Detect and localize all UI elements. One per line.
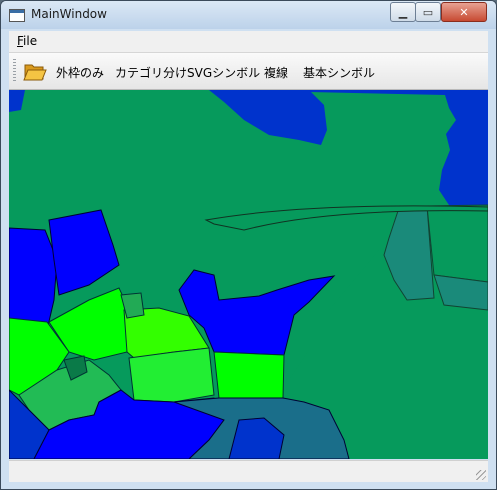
menu-file-rest: ile [23,34,38,48]
toolbar-button-double-line[interactable]: 複線 [264,64,288,81]
title-bar[interactable]: MainWindow ▁ ▭ ✕ [1,1,496,29]
maximize-icon: ▭ [422,5,434,19]
map-region-teal-east-2 [426,204,488,283]
toolbar-button-categorize[interactable]: カテゴリ分け [115,64,187,81]
menu-file[interactable]: File [17,34,37,48]
window-title: MainWindow [31,7,107,21]
toolbar-button-outline-only[interactable]: 外枠のみ [56,64,104,81]
resize-grip-icon[interactable] [476,470,486,480]
map-region-lime-4 [128,347,215,403]
app-window-icon [9,9,25,22]
minimize-icon: ▁ [398,5,408,19]
map-view[interactable] [9,90,488,459]
toolbar-button-basic-symbol[interactable]: 基本シンボル [303,64,375,81]
open-folder-icon[interactable] [22,58,48,84]
main-window: MainWindow ▁ ▭ ✕ File 外枠のみ カテゴリ分け SVGシンボ… [0,0,497,490]
minimize-button[interactable]: ▁ [390,2,416,22]
menu-bar: File [9,31,488,53]
close-button[interactable]: ✕ [441,2,487,22]
toolbar: 外枠のみ カテゴリ分け SVGシンボル 複線 基本シンボル [9,53,488,90]
close-icon: ✕ [459,5,469,19]
map-region-lime-5 [213,351,285,399]
toolbar-grip[interactable] [13,59,16,83]
map-region-blue-left [9,227,58,331]
status-bar [9,460,488,482]
maximize-button[interactable]: ▭ [415,2,441,22]
toolbar-button-svg-symbol[interactable]: SVGシンボル [187,64,260,81]
